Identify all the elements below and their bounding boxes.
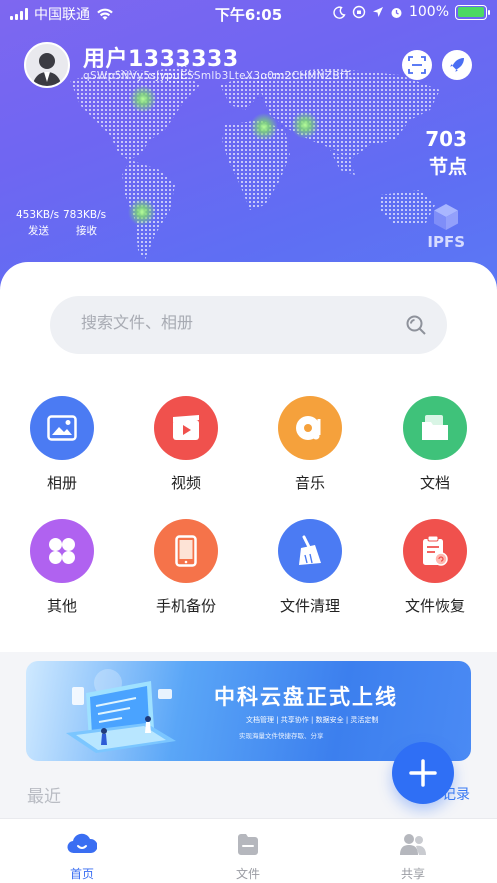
category-documents[interactable]: 文档 (390, 396, 480, 493)
category-label: 文档 (419, 474, 450, 492)
document-icon (403, 396, 467, 460)
world-map (70, 65, 440, 260)
category-label: 音乐 (294, 474, 325, 492)
tab-files[interactable]: 文件 (208, 831, 288, 882)
category-videos[interactable]: 视频 (141, 396, 231, 493)
alarm-icon (391, 7, 402, 18)
category-label: 其他 (46, 597, 77, 615)
download-label: 接收 (76, 225, 97, 237)
file-recover-icon (403, 519, 467, 583)
search-bar[interactable] (50, 296, 447, 354)
video-icon (154, 396, 218, 460)
upload-speed: 453KB/s (16, 209, 60, 221)
tab-label: 首页 (69, 867, 94, 881)
photo-icon (30, 396, 94, 460)
banner-title: 中科云盘正式上线 (214, 685, 398, 709)
add-button[interactable] (392, 742, 454, 804)
other-icon (30, 519, 94, 583)
status-bar: 中国联通 下午6:05 100% (0, 0, 497, 28)
home-cloud-icon (67, 833, 98, 854)
location-icon (372, 7, 383, 17)
nodes-count: 703 (425, 127, 467, 151)
category-other[interactable]: 其他 (17, 519, 107, 616)
banner-subtitle: 文档管理 | 共享协作 | 数据安全 | 灵活定制 (246, 716, 379, 724)
rotation-lock-icon (352, 5, 366, 19)
tab-label: 文件 (235, 867, 260, 881)
banner-caption: 实现海量文件快捷存取、分享 (239, 732, 324, 740)
category-phone-backup[interactable]: 手机备份 (141, 519, 231, 616)
tab-label: 共享 (400, 867, 425, 881)
nodes-label: 节点 (428, 156, 467, 178)
category-label: 相册 (46, 474, 77, 492)
category-label: 文件清理 (279, 597, 340, 615)
music-icon (278, 396, 342, 460)
category-music[interactable]: 音乐 (265, 396, 355, 493)
search-icon[interactable] (405, 314, 427, 336)
category-label: 手机备份 (155, 597, 216, 615)
search-input[interactable] (81, 313, 381, 332)
tab-home[interactable]: 首页 (42, 831, 122, 882)
battery-percent: 100% (408, 4, 449, 20)
category-photos[interactable]: 相册 (17, 396, 107, 493)
download-speed: 783KB/s (63, 209, 107, 221)
battery-icon (455, 4, 490, 20)
plus-icon (409, 759, 437, 787)
ipfs-label: IPFS (427, 233, 465, 251)
phone-backup-icon (154, 519, 218, 583)
moon-icon (333, 5, 346, 19)
promo-banner[interactable]: 中科云盘正式上线 文档管理 | 共享协作 | 数据安全 | 灵活定制 实现海量文… (26, 661, 471, 761)
tab-bar: 首页 文件 共享 (0, 818, 497, 883)
hero-header: 中国联通 下午6:05 100% 用户1333333 qSWp5NVy5sJyp… (0, 0, 497, 300)
upload-label: 发送 (28, 225, 49, 237)
category-label: 视频 (170, 474, 201, 492)
banner-illustration (66, 669, 176, 753)
category-file-cleanup[interactable]: 文件清理 (265, 519, 355, 616)
file-icon (238, 834, 258, 855)
category-label: 文件恢复 (404, 597, 465, 615)
share-users-icon (400, 834, 426, 855)
category-file-recovery[interactable]: 文件恢复 (390, 519, 480, 616)
tab-share[interactable]: 共享 (373, 831, 453, 882)
ipfs-cube-icon (434, 204, 458, 230)
recent-section-label: 最近 (27, 787, 61, 807)
broom-icon (278, 519, 342, 583)
